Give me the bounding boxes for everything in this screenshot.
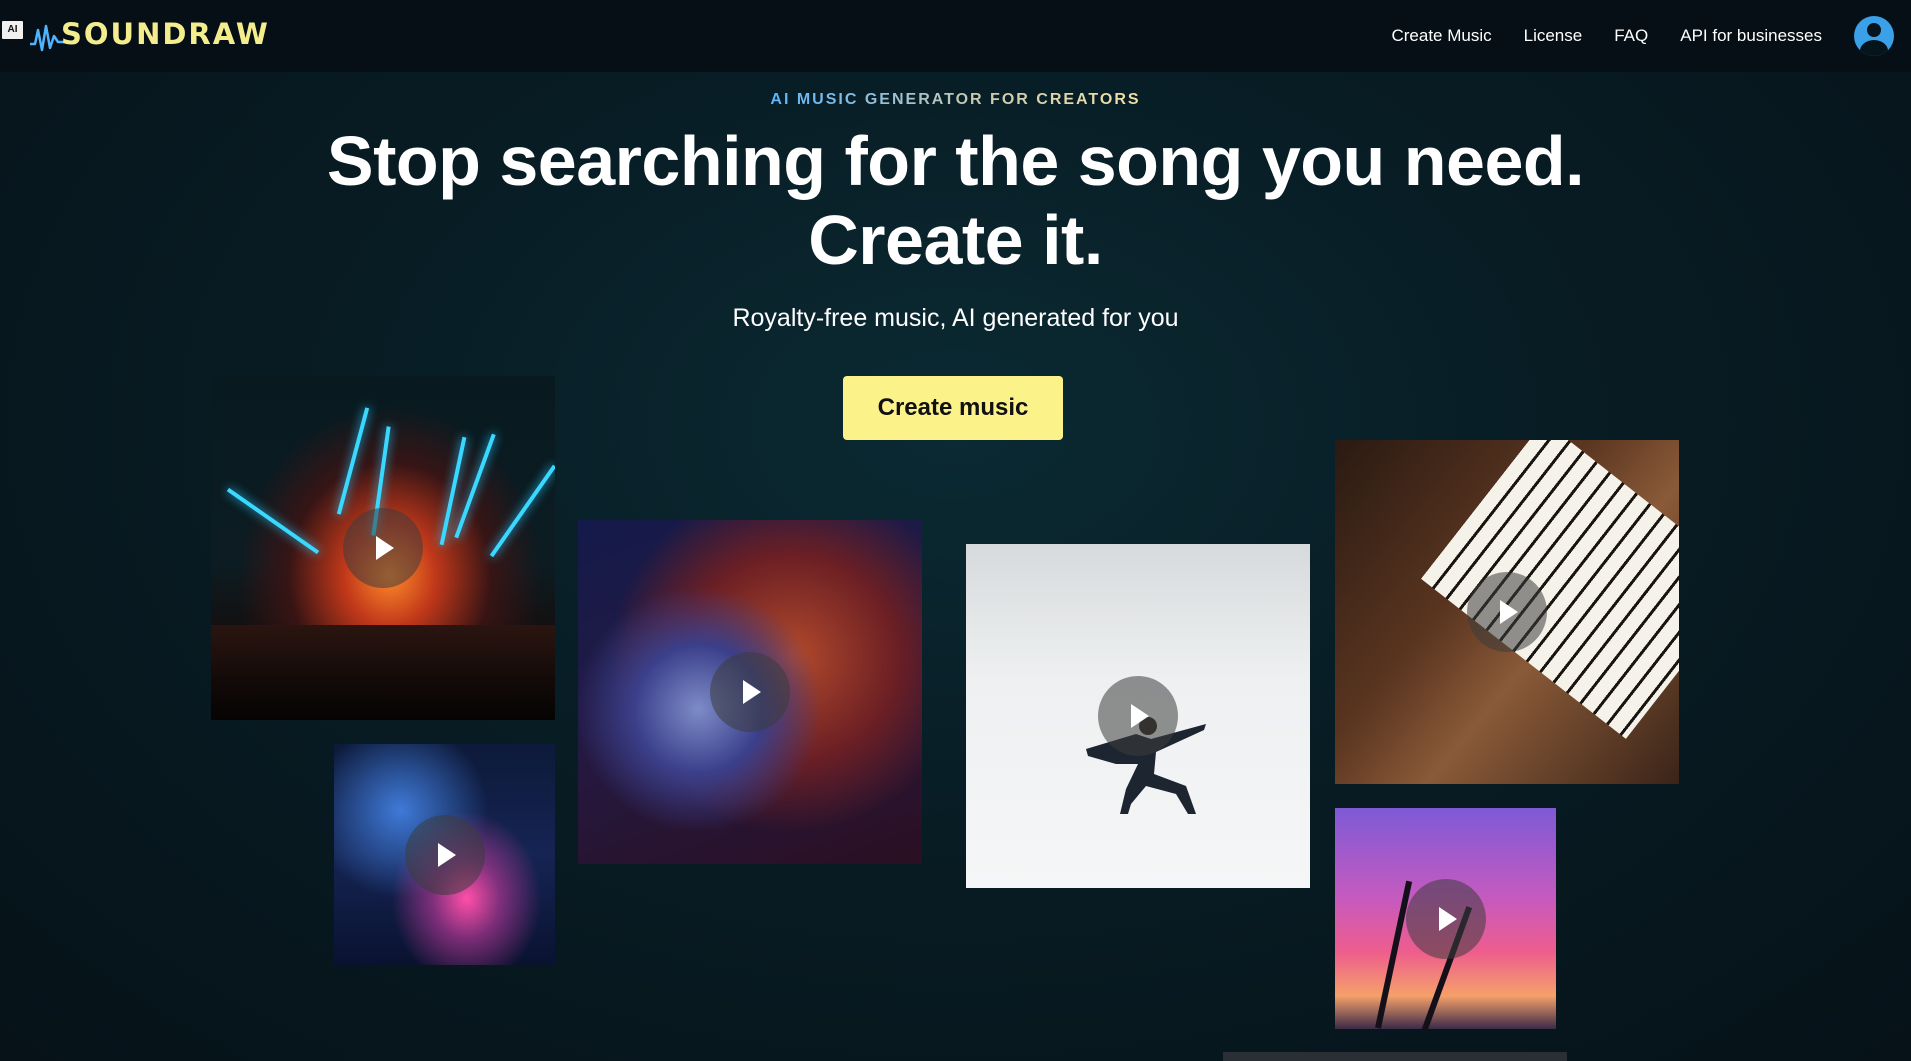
hero-eyebrow-text: AI MUSIC GENERATOR FOR CREATORS: [770, 91, 1141, 108]
play-icon[interactable]: [710, 652, 790, 732]
soundraw-logo[interactable]: SOUNDRAW: [61, 17, 270, 51]
stage-light-beam: [439, 436, 467, 546]
concert-video-tile[interactable]: [211, 376, 555, 720]
piano-video-tile[interactable]: [1335, 440, 1679, 784]
top-navigation-bar: AI SOUNDRAW Create Music License FAQ API…: [0, 0, 1911, 72]
avatar-head-shape: [1867, 23, 1881, 37]
palm-sunset-video-tile[interactable]: [1335, 808, 1556, 1029]
stage-light-beam: [336, 407, 370, 515]
play-icon[interactable]: [1467, 572, 1547, 652]
play-icon[interactable]: [1098, 676, 1178, 756]
crowd-silhouette: [211, 625, 555, 720]
hero-eyebrow: AI MUSIC GENERATOR FOR CREATORS: [0, 91, 1911, 109]
piano-keys: [1420, 440, 1679, 739]
nav-create-music-link[interactable]: Create Music: [1391, 26, 1491, 46]
play-icon[interactable]: [343, 508, 423, 588]
partial-video-tile[interactable]: [1223, 1052, 1567, 1061]
disco-ball-video-tile[interactable]: [578, 520, 922, 864]
stage-light-beam: [226, 487, 320, 555]
ai-badge: AI: [2, 21, 23, 39]
main-nav: Create Music License FAQ API for busines…: [1391, 0, 1911, 72]
avatar-body-shape: [1860, 40, 1888, 56]
nav-api-for-businesses-link[interactable]: API for businesses: [1680, 26, 1822, 46]
play-icon[interactable]: [1405, 878, 1486, 959]
page: AI SOUNDRAW Create Music License FAQ API…: [0, 0, 1911, 1061]
dancer-video-tile[interactable]: [966, 544, 1310, 888]
hero-subheadline: Royalty-free music, AI generated for you: [732, 304, 1179, 332]
nav-license-link[interactable]: License: [1524, 26, 1583, 46]
hero-headline-line1: Stop searching for the song you need.: [326, 122, 1585, 200]
city-night-video-tile[interactable]: [334, 744, 555, 965]
waveform-logo-icon: [30, 24, 64, 52]
stage-light-beam: [489, 464, 555, 558]
user-avatar-icon[interactable]: [1854, 16, 1894, 56]
play-icon[interactable]: [404, 814, 485, 895]
palm-trunk: [1375, 880, 1413, 1029]
hero-headline-line2: Create it.: [808, 201, 1103, 279]
nav-faq-link[interactable]: FAQ: [1614, 26, 1648, 46]
create-music-button[interactable]: Create music: [843, 376, 1063, 440]
